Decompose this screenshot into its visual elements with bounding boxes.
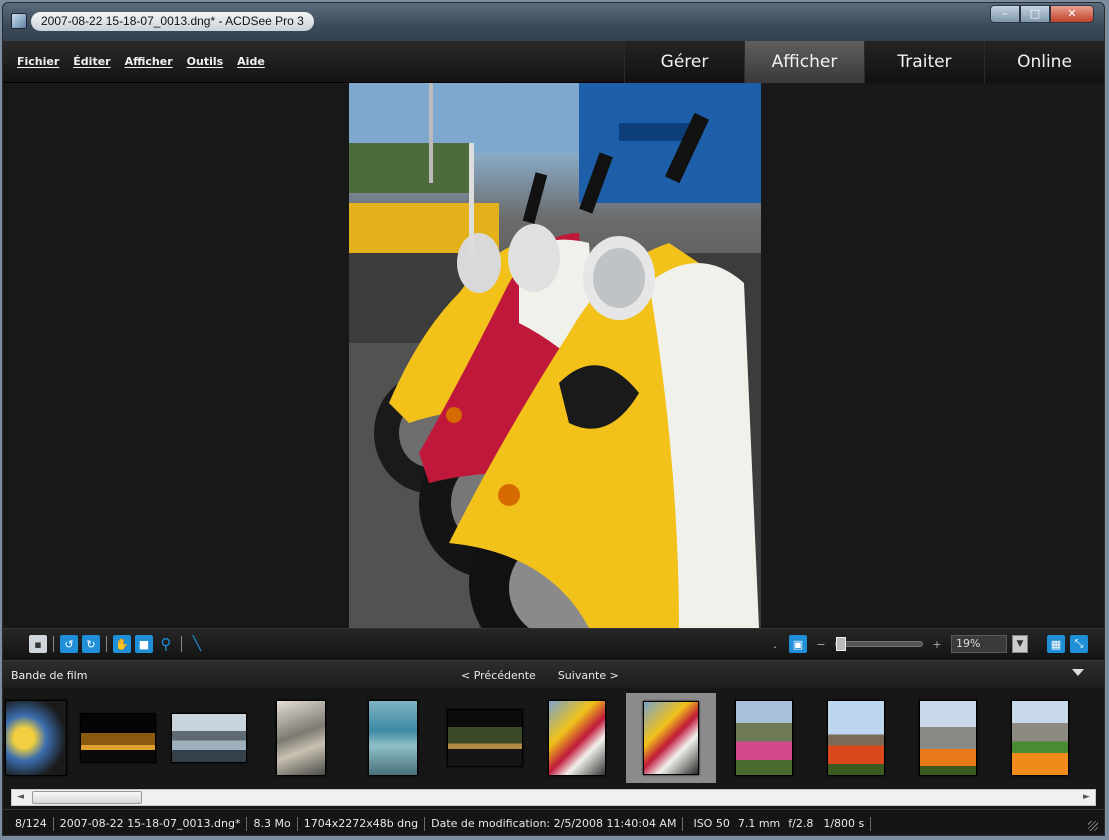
crop-tool-icon[interactable]: ╲ [188,635,206,653]
thumbnail-image [1011,700,1069,776]
thumbnail-image [276,700,326,776]
save-icon[interactable]: ▪ [29,635,47,653]
menu-editer[interactable]: Éditer [73,55,110,68]
zoom-level-select[interactable]: 19% [951,635,1007,653]
thumbnail-image [171,713,247,763]
actual-size-icon[interactable]: ▦ [1047,635,1065,653]
toolbar-separator [53,636,54,652]
fit-image-icon[interactable]: ▣ [789,635,807,653]
hand-tool-icon[interactable]: ✋ [113,635,131,653]
thumbnail[interactable] [719,693,809,783]
menu-afficher[interactable]: Afficher [125,55,173,68]
thumbnail[interactable] [532,693,622,783]
rotate-left-icon[interactable]: ↺ [60,635,78,653]
next-button[interactable]: Suivante > [558,669,619,682]
scroll-right-icon[interactable]: ► [1078,790,1095,805]
minimize-button[interactable]: – [990,5,1020,23]
scroll-left-icon[interactable]: ◄ [12,790,29,805]
zoom-slider[interactable] [835,637,923,651]
thumbnail[interactable] [348,693,438,783]
toolbar-left: ▪ ↺ ↻ ✋ ■ ⚲ ╲ [29,635,206,653]
toolbar-right: . ▣ − + 19% ▼ ▦ ⤡ [766,635,1088,653]
thumbnail[interactable] [73,693,163,783]
rotate-right-icon[interactable]: ↻ [82,635,100,653]
tab-traiter[interactable]: Traiter [864,41,984,83]
status-position: 8/124 [9,816,54,831]
status-dimensions: 1704x2272x48b dng [298,816,426,831]
thumbnail-image [643,701,699,775]
tab-afficher[interactable]: Afficher [744,41,864,83]
zoom-slider-handle[interactable] [836,637,846,651]
thumbnail-image [80,713,156,763]
status-aperture: f/2.8 [788,816,814,830]
thumbnail-selected[interactable] [626,693,716,783]
thumbnail-image [735,700,793,776]
filmstrip-nav: < Précédente Suivante > [461,669,619,682]
full-screen-icon[interactable]: ⤡ [1070,635,1088,653]
thumbnail-image [827,700,885,776]
toolbar-separator [181,636,182,652]
thumbnail-image [447,709,523,767]
status-focal: 7.1 mm [737,816,781,830]
toolbar-separator [106,636,107,652]
status-iso: ISO 50 [693,816,730,830]
window-title: 2007-08-22 15-18-07_0013.dng* - ACDSee P… [31,12,314,31]
status-bar: 8/124 2007-08-22 15-18-07_0013.dng* 8.3 … [3,809,1104,835]
status-shutter: 1/800 s [817,816,872,831]
scooters-photo-illustration [349,83,761,628]
scrollbar-thumb[interactable] [32,791,142,804]
image-viewer[interactable] [3,83,1104,628]
thumbnail-image [548,700,606,776]
main-photo[interactable] [349,83,761,628]
close-button[interactable]: ✕ [1050,5,1094,23]
menu-fichier[interactable]: Fichier [17,55,59,68]
main-menu: Fichier Éditer Afficher Outils Aide [17,55,265,68]
status-filename: 2007-08-22 15-18-07_0013.dng* [54,816,248,831]
filmstrip-title: Bande de film [11,669,88,682]
thumbnail[interactable] [164,693,254,783]
options-dot-icon[interactable]: . [766,635,784,653]
filmstrip-header: Bande de film < Précédente Suivante > [3,660,1104,688]
status-filesize: 8.3 Mo [247,816,298,831]
select-tool-icon[interactable]: ■ [135,635,153,653]
thumbnail-image [919,700,977,776]
zoom-in-icon[interactable]: + [928,635,946,653]
maximize-button[interactable]: □ [1020,5,1050,23]
status-modified: Date de modification: 2/5/2008 11:40:04 … [425,816,684,831]
menu-aide[interactable]: Aide [237,55,265,68]
thumbnail[interactable] [440,693,530,783]
viewer-toolbar: ▪ ↺ ↻ ✋ ■ ⚲ ╲ . ▣ − + 19% ▼ ▦ ⤡ [3,628,1104,660]
thumbnail[interactable] [3,693,81,783]
tab-gerer[interactable]: Gérer [624,41,744,83]
zoom-tool-icon[interactable]: ⚲ [157,635,175,653]
zoom-out-icon[interactable]: − [812,635,830,653]
menu-outils[interactable]: Outils [187,55,224,68]
app-window: 2007-08-22 15-18-07_0013.dng* - ACDSee P… [2,2,1105,836]
zoom-dropdown-icon[interactable]: ▼ [1012,635,1028,653]
window-controls: – □ ✕ [990,5,1094,23]
thumbnail-image [368,700,418,776]
menu-bar: Fichier Éditer Afficher Outils Aide Gére… [3,41,1104,83]
thumbnail[interactable] [903,693,993,783]
mode-tabs: Gérer Afficher Traiter Online [624,41,1104,83]
title-bar[interactable]: 2007-08-22 15-18-07_0013.dng* - ACDSee P… [3,3,1104,41]
collapse-arrow-icon[interactable] [1072,669,1084,676]
filmstrip [3,688,1104,788]
tab-online[interactable]: Online [984,41,1104,83]
app-icon[interactable] [11,13,27,29]
filmstrip-scrollbar[interactable]: ◄ ► [11,789,1096,806]
thumbnail[interactable] [811,693,901,783]
thumbnail[interactable] [256,693,346,783]
thumbnail-image [5,700,67,776]
thumbnail[interactable] [995,693,1085,783]
previous-button[interactable]: < Précédente [461,669,536,682]
resize-grip-icon[interactable] [1088,821,1098,831]
